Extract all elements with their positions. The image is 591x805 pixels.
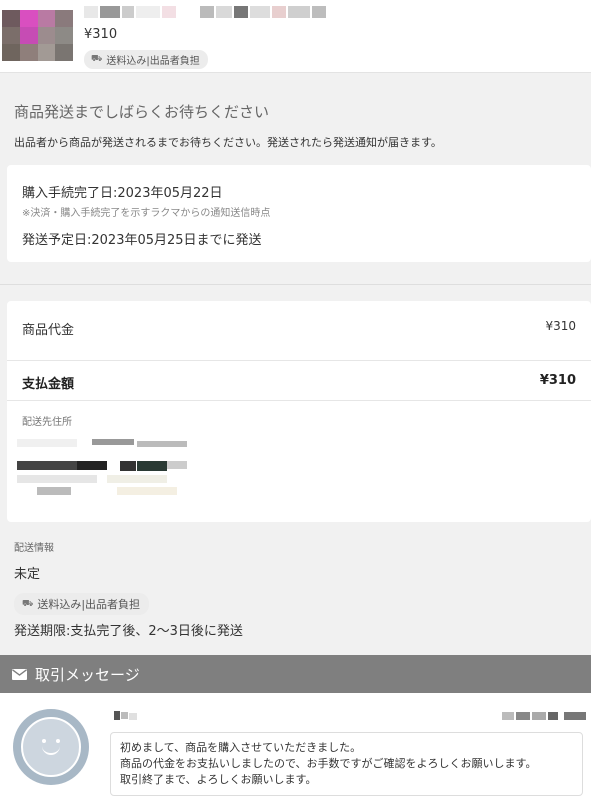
avatar-icon[interactable]	[13, 709, 89, 785]
message-list: 初めまして、商品を購入させていただきました。 商品の代金をお支払いしましたので、…	[0, 693, 591, 805]
truck-icon: ⛟	[91, 54, 103, 64]
shipping-info-label: 配送情報	[14, 543, 54, 554]
mail-icon	[12, 668, 27, 680]
product-thumbnail[interactable]	[2, 10, 73, 61]
waiting-title: 商品発送までしばらくお待ちください	[14, 103, 270, 121]
product-title-redacted	[84, 6, 349, 20]
address-label: 配送先住所	[22, 417, 72, 428]
purchase-completed-note: ※決済・購入手続完了を示すラクマからの通知送信時点	[22, 208, 271, 219]
message-header: 取引メッセージ	[0, 655, 591, 693]
shipping-fee-badge: ⛟ 送料込み|出品者負担	[84, 50, 208, 69]
purchase-completed-date: 購入手続完了日:2023年05月22日	[22, 186, 223, 201]
total-value: ¥310	[539, 373, 576, 388]
truck-icon: ⛟	[22, 598, 34, 609]
shipping-period: 発送期限:支払完了後、2〜3日後に発送	[14, 624, 243, 639]
message-line: 商品の代金をお支払いしましたので、お手数ですがご確認をよろしくお願いします。	[120, 757, 537, 770]
product-price: ¥310	[84, 27, 118, 42]
item-price-label: 商品代金	[22, 323, 75, 338]
item-price-row: 商品代金 ¥310	[7, 301, 591, 361]
message-bubble: 初めまして、商品を購入させていただきました。 商品の代金をお支払いしましたので、…	[110, 732, 583, 796]
address-redacted	[17, 439, 187, 501]
total-label: 支払金額	[22, 377, 75, 392]
sender-name-redacted	[114, 710, 140, 722]
purchase-info-card: 購入手続完了日:2023年05月22日 ※決済・購入手続完了を示すラクマからの通…	[7, 165, 591, 262]
waiting-description: 出品者から商品が発送されるまでお待ちください。発送されたら発送通知が届きます。	[14, 136, 442, 149]
item-price-value: ¥310	[545, 319, 576, 333]
scheduled-ship-date: 発送予定日:2023年05月25日までに発送	[22, 233, 262, 248]
section-divider	[0, 284, 591, 285]
total-row: 支払金額 ¥310	[7, 361, 591, 401]
shipping-fee-badge-2: ⛟ 送料込み|出品者負担	[14, 593, 150, 615]
product-card[interactable]: ¥310 ⛟ 送料込み|出品者負担	[0, 0, 591, 73]
shipping-fee-badge-label: 送料込み|出品者負担	[37, 598, 141, 611]
message-header-title: 取引メッセージ	[35, 665, 140, 684]
shipping-fee-badge-label: 送料込み|出品者負担	[106, 56, 200, 67]
message-line: 初めまして、商品を購入させていただきました。	[120, 741, 362, 754]
payment-card: 商品代金 ¥310 支払金額 ¥310 配送先住所	[7, 301, 591, 522]
message-date-redacted	[502, 710, 586, 721]
message-line: 取引終了まで、よろしくお願いします。	[120, 773, 317, 786]
shipping-method-value: 未定	[14, 567, 41, 582]
